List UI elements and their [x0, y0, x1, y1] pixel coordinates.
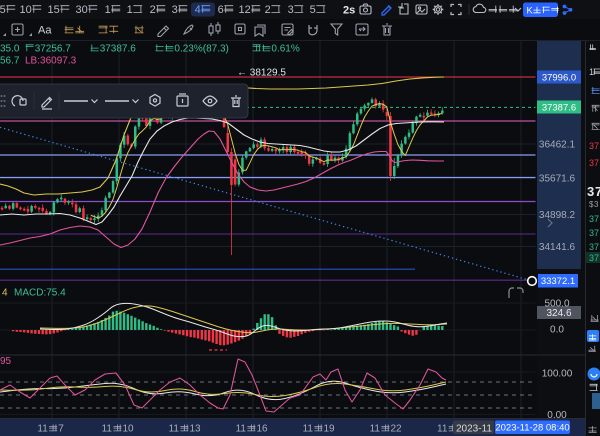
- svg-text:13: 13: [190, 424, 202, 435]
- svg-text:11: 11: [303, 424, 314, 435]
- svg-text:500.0: 500.0: [544, 299, 569, 310]
- svg-text:11: 11: [169, 424, 180, 435]
- svg-text:11: 11: [437, 424, 448, 435]
- svg-text:2s: 2s: [343, 5, 355, 17]
- svg-text:← 38129.5: ← 38129.5: [237, 68, 286, 79]
- svg-text:5: 5: [0, 4, 6, 16]
- svg-text:0.0: 0.0: [550, 325, 564, 336]
- svg-text:30: 30: [76, 4, 88, 16]
- svg-text:5: 5: [310, 4, 316, 16]
- svg-text:7: 7: [58, 424, 64, 435]
- svg-text:12: 12: [239, 4, 251, 16]
- svg-text:11: 11: [102, 424, 113, 435]
- svg-text:37996.0: 37996.0: [542, 72, 576, 83]
- svg-text:3: 3: [288, 4, 294, 16]
- svg-text:34141.6: 34141.6: [539, 242, 576, 253]
- svg-text:3: 3: [587, 184, 594, 199]
- svg-text:LB:36097.3: LB:36097.3: [25, 56, 77, 67]
- svg-text:22: 22: [391, 424, 403, 435]
- svg-text:100.00: 100.00: [542, 369, 573, 380]
- svg-text:37387.6: 37387.6: [542, 102, 576, 113]
- svg-text:7: 7: [594, 228, 599, 238]
- svg-text:6: 6: [218, 4, 224, 16]
- svg-text:36462.1: 36462.1: [539, 140, 576, 151]
- svg-text:K: K: [527, 5, 534, 15]
- svg-text:1: 1: [127, 4, 133, 16]
- svg-text:11: 11: [370, 424, 381, 435]
- svg-text:7: 7: [594, 158, 599, 168]
- svg-text:35.0: 35.0: [0, 44, 20, 55]
- svg-text:10: 10: [123, 424, 135, 435]
- svg-text:37387.6: 37387.6: [100, 44, 137, 55]
- svg-text:11: 11: [236, 424, 247, 435]
- svg-text:35671.6: 35671.6: [539, 174, 576, 185]
- svg-text:7: 7: [594, 214, 599, 224]
- svg-text:Aa: Aa: [38, 25, 52, 37]
- svg-text:7: 7: [594, 242, 599, 252]
- svg-text:10: 10: [20, 4, 32, 16]
- svg-text:2: 2: [265, 4, 271, 16]
- svg-text:0.61%: 0.61%: [271, 44, 299, 55]
- svg-text:4: 4: [195, 4, 201, 16]
- svg-text:37256.7: 37256.7: [35, 44, 72, 55]
- svg-text:3: 3: [594, 200, 599, 209]
- svg-text:16: 16: [257, 424, 269, 435]
- svg-text:7: 7: [594, 253, 599, 263]
- svg-text:2023-11-28 08:40: 2023-11-28 08:40: [495, 423, 569, 434]
- svg-text:4: 4: [2, 288, 8, 299]
- svg-text:15: 15: [48, 4, 60, 16]
- svg-text:56.7: 56.7: [0, 56, 20, 67]
- svg-text:2: 2: [150, 4, 156, 16]
- svg-text:19: 19: [324, 424, 336, 435]
- svg-text:7: 7: [594, 141, 599, 151]
- svg-text:11: 11: [37, 424, 48, 435]
- svg-text:MACD:75.4: MACD:75.4: [14, 288, 66, 299]
- svg-text:1: 1: [589, 67, 594, 77]
- svg-text:33372.1: 33372.1: [541, 276, 575, 287]
- svg-text:95: 95: [0, 356, 12, 367]
- svg-text:7: 7: [595, 184, 600, 199]
- svg-text:0.00: 0.00: [547, 410, 567, 421]
- svg-text:0.23%(87.3): 0.23%(87.3): [174, 44, 228, 55]
- svg-text:2023-11: 2023-11: [456, 424, 492, 435]
- svg-text:3: 3: [172, 4, 178, 16]
- svg-text:1: 1: [105, 4, 111, 16]
- svg-text:34898.2: 34898.2: [539, 210, 576, 221]
